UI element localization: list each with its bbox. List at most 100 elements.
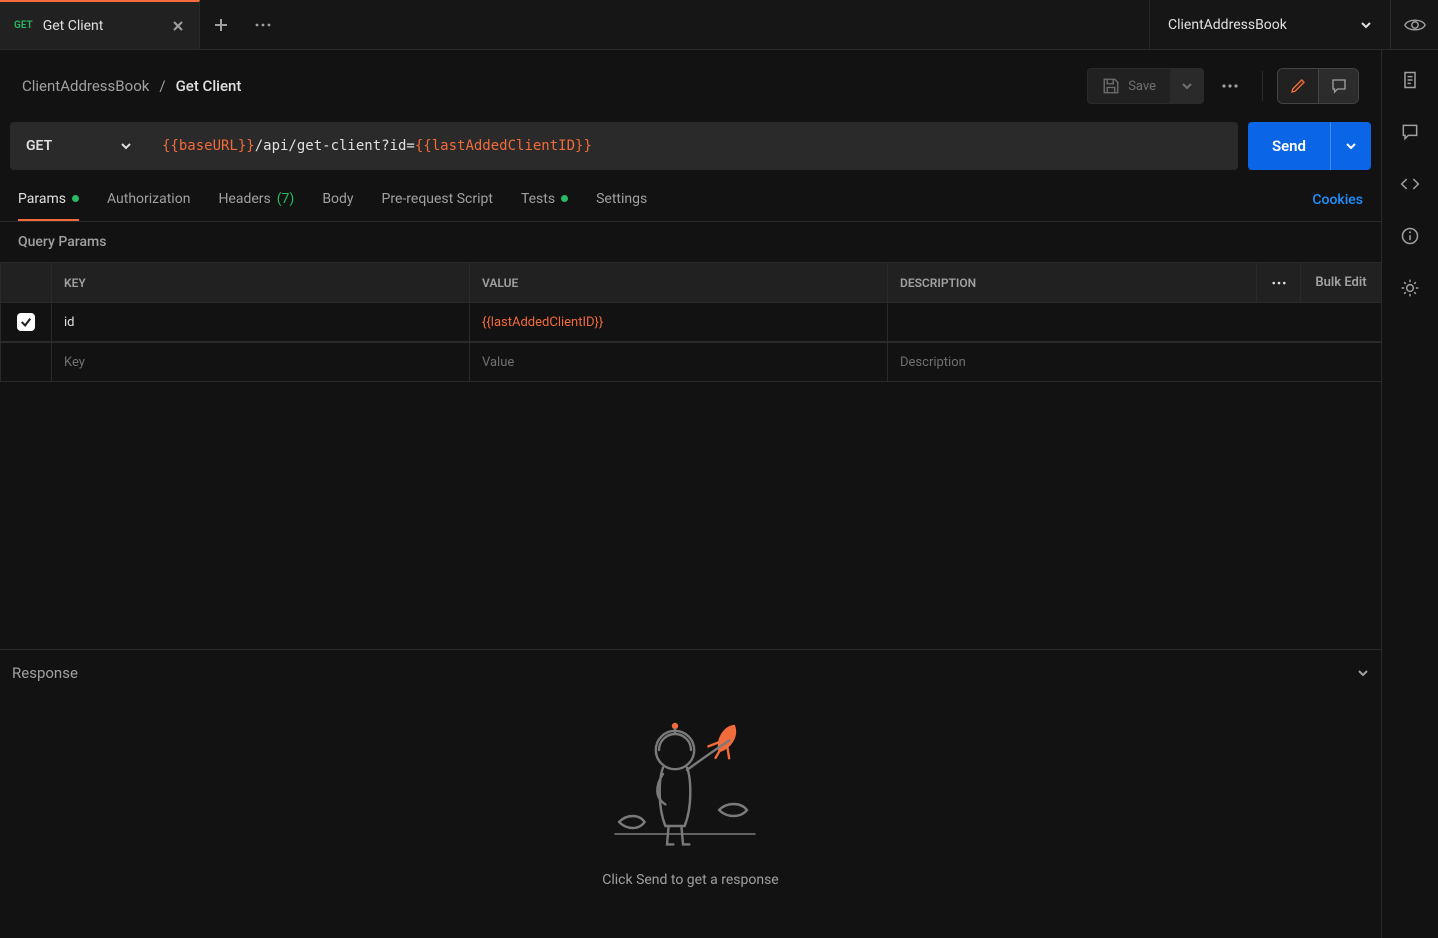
environment-zone: ClientAddressBook [1149,0,1438,49]
response-caret[interactable] [1357,667,1369,679]
chevron-down-icon [1357,667,1369,679]
new-tab-button[interactable] [200,0,242,49]
comments-icon[interactable] [1398,120,1422,144]
breadcrumb-separator: / [159,77,165,95]
response-header[interactable]: Response [0,650,1381,696]
bulk-edit-button[interactable]: Bulk Edit [1301,263,1381,302]
url-var-id: {{lastAddedClientID}} [415,138,592,154]
row-description-cell[interactable]: Description [888,343,1381,381]
url-var-baseurl: {{baseURL}} [162,138,255,154]
row-value-cell[interactable]: Value [470,343,888,381]
tab-actions [200,0,284,49]
edit-mode-button[interactable] [1278,69,1318,103]
tab-body[interactable]: Body [322,178,353,221]
send-button[interactable]: Send [1248,122,1371,170]
save-label: Save [1128,79,1156,94]
tab-body-label: Body [322,191,353,207]
context-sidebar [1382,50,1438,938]
tab-get-client[interactable]: GET Get Client [0,0,200,49]
tab-settings-label: Settings [596,191,647,207]
code-icon[interactable] [1398,172,1422,196]
related-icon[interactable] [1398,276,1422,300]
chevron-down-icon [1345,140,1357,152]
save-icon [1102,77,1120,95]
value-placeholder: Value [482,355,514,370]
info-icon[interactable] [1398,224,1422,248]
cookies-link[interactable]: Cookies [1312,192,1363,208]
breadcrumb-row: ClientAddressBook / Get Client Save [0,50,1381,122]
send-label: Send [1248,137,1330,155]
tab-pre-request[interactable]: Pre-request Script [382,178,493,221]
tab-pre-request-label: Pre-request Script [382,191,493,207]
row-checkbox-cell[interactable] [0,303,52,341]
row-key-cell[interactable]: Key [52,343,470,381]
mode-toggle [1277,68,1359,104]
breadcrumb-parent[interactable]: ClientAddressBook [22,77,149,95]
cookies-label: Cookies [1312,192,1363,208]
tab-authorization[interactable]: Authorization [107,178,190,221]
tab-headers-count: (7) [277,191,295,207]
row-value-cell[interactable]: {{lastAddedClientID}} [470,303,888,341]
query-params-label: Query Params [0,222,1381,262]
url-row: GET {{baseURL}}/api/get-client?id={{last… [0,122,1381,170]
row-value: {{lastAddedClientID}} [482,315,603,330]
table-row-empty: Key Value Description [0,342,1381,382]
tab-bar: GET Get Client ClientAddressBook [0,0,1438,50]
tab-headers[interactable]: Headers (7) [218,178,294,221]
header-options-button[interactable] [1257,263,1301,302]
http-method-select[interactable]: GET [10,122,148,170]
divider [1262,71,1263,101]
tab-settings[interactable]: Settings [596,178,647,221]
header-key: KEY [52,263,470,302]
row-description-cell[interactable] [888,303,1381,341]
pencil-icon [1289,77,1307,95]
save-caret[interactable] [1170,69,1203,103]
comment-icon [1330,77,1348,95]
environment-select[interactable]: ClientAddressBook [1150,0,1390,49]
send-caret[interactable] [1330,122,1371,170]
ellipsis-icon [1272,281,1286,285]
breadcrumb: ClientAddressBook / Get Client [22,77,241,95]
indicator-dot [72,195,79,202]
description-placeholder: Description [900,355,966,370]
comment-mode-button[interactable] [1318,69,1358,103]
tab-tests[interactable]: Tests [521,178,568,221]
tab-headers-label: Headers [218,191,270,207]
more-actions-button[interactable] [1212,68,1248,104]
tab-title: Get Client [43,18,104,34]
eye-icon [1404,14,1426,36]
environment-name: ClientAddressBook [1168,17,1287,33]
tab-authorization-label: Authorization [107,191,190,207]
chevron-down-icon [1360,19,1372,31]
checkbox-checked[interactable] [17,313,35,331]
breadcrumb-actions: Save [1087,68,1359,104]
environment-quick-look[interactable] [1390,0,1438,49]
close-tab-icon[interactable] [171,19,185,33]
response-empty-message: Click Send to get a response [602,872,778,888]
tab-params[interactable]: Params [18,178,79,221]
header-value: VALUE [470,263,888,302]
astronaut-illustration [611,716,771,856]
tab-params-label: Params [18,191,66,207]
documentation-icon[interactable] [1398,68,1422,92]
url-path: /api/get-client?id= [255,138,415,154]
spacer [0,382,1381,649]
bulk-edit-label: Bulk Edit [1315,275,1366,290]
breadcrumb-leaf: Get Client [176,77,242,95]
header-check-cell [0,263,52,302]
response-label: Response [12,664,78,682]
query-params-table: KEY VALUE DESCRIPTION Bulk Edit id [0,262,1381,382]
row-key-cell[interactable]: id [52,303,470,341]
tab-overflow-button[interactable] [242,23,284,27]
indicator-dot [561,195,568,202]
table-header-row: KEY VALUE DESCRIPTION Bulk Edit [0,262,1381,302]
ellipsis-icon [1222,84,1238,88]
request-subtabs: Params Authorization Headers (7) Body Pr… [0,178,1381,222]
row-key: id [64,315,75,330]
save-button[interactable]: Save [1087,68,1204,104]
row-checkbox-cell [0,343,52,381]
tab-tests-label: Tests [521,191,555,207]
chevron-down-icon [1181,80,1193,92]
response-body-empty: Click Send to get a response [0,696,1381,938]
url-input[interactable]: {{baseURL}}/api/get-client?id={{lastAdde… [148,122,1238,170]
